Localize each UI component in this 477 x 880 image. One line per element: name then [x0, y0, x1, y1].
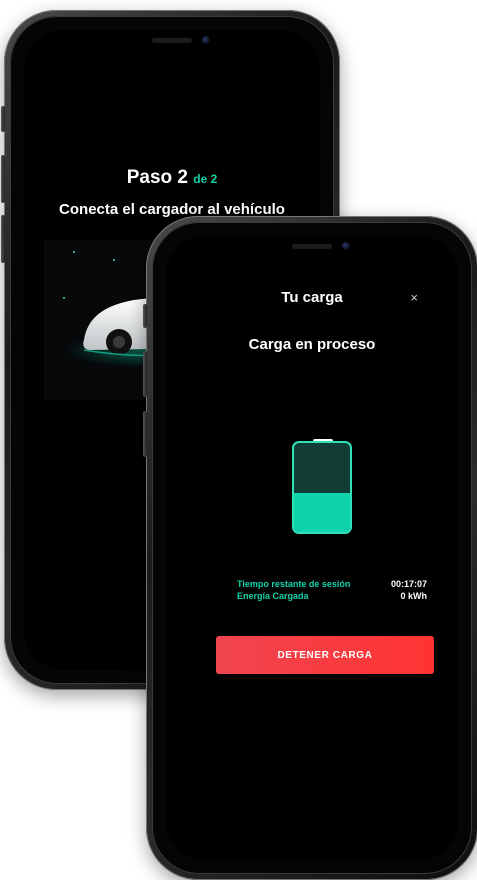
volume-down-button — [143, 411, 147, 457]
step-of-label: de 2 — [193, 172, 218, 186]
volume-up-button — [143, 351, 147, 397]
speaker-grille — [152, 38, 192, 43]
notch — [237, 236, 387, 262]
stop-charging-button[interactable]: DETENER CARGA — [216, 636, 434, 674]
step-indicator: Paso 2 de 2 — [24, 167, 320, 189]
speaker-grille — [292, 244, 332, 249]
sparkle-dot — [63, 297, 65, 299]
sparkle-dot — [73, 251, 75, 253]
step-label: Paso 2 — [126, 167, 188, 188]
stat-row-time-remaining: Tiempo restante de sesión 00:17:07 — [237, 578, 427, 590]
volume-up-button — [1, 155, 5, 203]
battery-charge-level — [294, 492, 350, 532]
stat-value: 00:17:07 — [390, 579, 427, 589]
volume-down-button — [1, 215, 5, 263]
stat-row-energy-charged: Energía Cargada 0 kWh — [237, 590, 427, 602]
front-phone-bezel: Tu carga × Carga en proceso Tiempo resta… — [152, 222, 472, 874]
front-camera — [342, 242, 350, 250]
mute-switch — [143, 304, 147, 328]
notch — [97, 30, 247, 56]
charging-status-title: Carga en proceso — [248, 336, 376, 353]
charging-stats: Tiempo restante de sesión 00:17:07 Energ… — [237, 578, 427, 602]
front-camera — [202, 36, 210, 44]
stat-value: 0 kWh — [400, 591, 427, 601]
sparkle-dot — [113, 259, 115, 261]
stat-label: Tiempo restante de sesión — [237, 579, 351, 589]
stat-label: Energía Cargada — [237, 591, 309, 601]
front-phone-screen: Tu carga × Carga en proceso Tiempo resta… — [166, 236, 458, 860]
mute-switch — [1, 106, 5, 132]
close-icon[interactable]: × — [410, 290, 418, 305]
battery-icon — [292, 441, 352, 534]
front-phone: Tu carga × Carga en proceso Tiempo resta… — [143, 216, 477, 880]
